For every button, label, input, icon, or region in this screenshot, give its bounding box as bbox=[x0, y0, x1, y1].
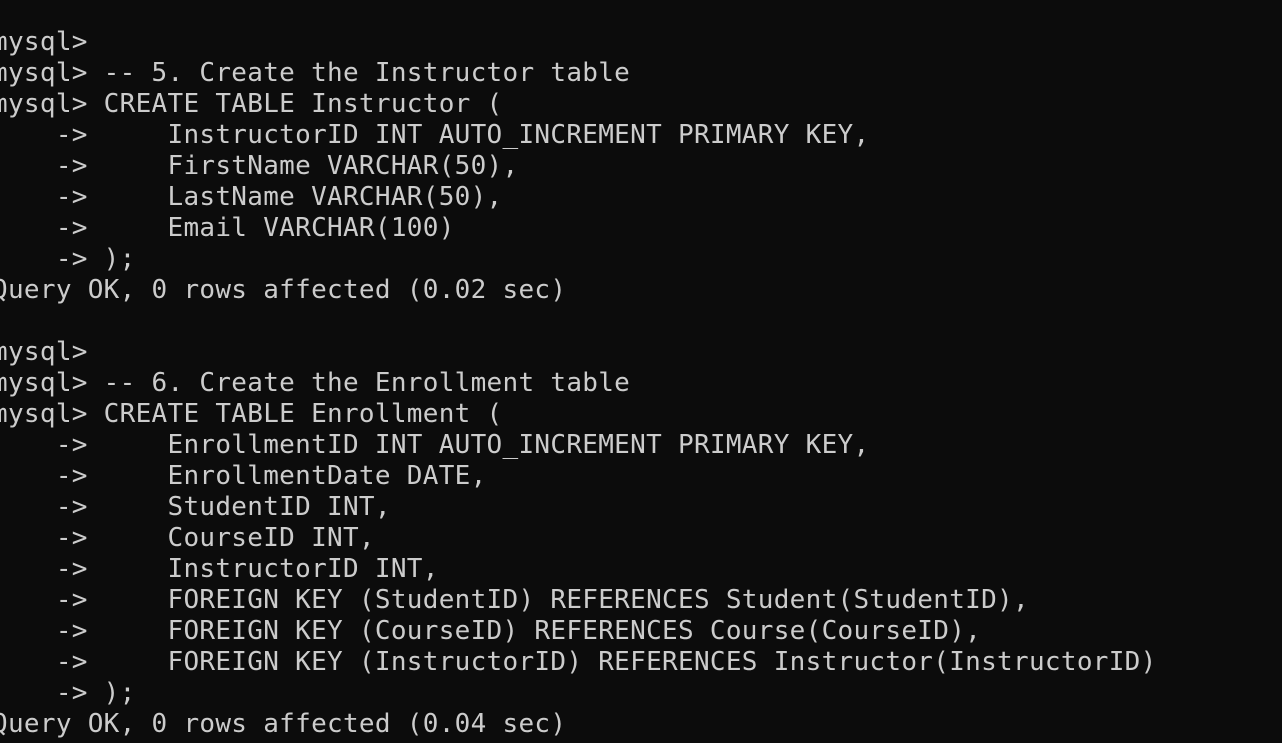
terminal-line: -> EnrollmentDate DATE, bbox=[0, 461, 487, 491]
terminal-line: -> FOREIGN KEY (StudentID) REFERENCES St… bbox=[0, 585, 1029, 615]
terminal-line: -> FirstName VARCHAR(50), bbox=[0, 151, 519, 181]
terminal-line: -> InstructorID INT AUTO_INCREMENT PRIMA… bbox=[0, 120, 870, 150]
terminal-line: -> CourseID INT, bbox=[0, 523, 375, 553]
terminal-line: -> Email VARCHAR(100) bbox=[0, 213, 455, 243]
terminal-line: -> InstructorID INT, bbox=[0, 554, 439, 584]
terminal-line: mysql> CREATE TABLE Enrollment ( bbox=[0, 399, 503, 429]
terminal-output: mysql> mysql> -- 5. Create the Instructo… bbox=[0, 27, 1157, 740]
terminal-line: Query OK, 0 rows affected (0.02 sec) bbox=[0, 275, 567, 305]
terminal-line: -> ); bbox=[0, 678, 136, 708]
terminal-line: mysql> CREATE TABLE Instructor ( bbox=[0, 89, 503, 119]
terminal-line: mysql> bbox=[0, 27, 88, 57]
terminal-window[interactable]: mysql> mysql> -- 5. Create the Instructo… bbox=[0, 0, 1282, 743]
terminal-line: mysql> -- 6. Create the Enrollment table bbox=[0, 368, 631, 398]
terminal-line: -> StudentID INT, bbox=[0, 492, 391, 522]
terminal-line: -> FOREIGN KEY (CourseID) REFERENCES Cou… bbox=[0, 616, 982, 646]
terminal-line: -> LastName VARCHAR(50), bbox=[0, 182, 503, 212]
terminal-line: -> ); bbox=[0, 244, 136, 274]
terminal-line: -> FOREIGN KEY (InstructorID) REFERENCES… bbox=[0, 647, 1157, 677]
terminal-line: mysql> bbox=[0, 337, 88, 367]
terminal-line: mysql> -- 5. Create the Instructor table bbox=[0, 58, 631, 88]
terminal-line: -> EnrollmentID INT AUTO_INCREMENT PRIMA… bbox=[0, 430, 870, 460]
terminal-line: Query OK, 0 rows affected (0.04 sec) bbox=[0, 709, 567, 739]
